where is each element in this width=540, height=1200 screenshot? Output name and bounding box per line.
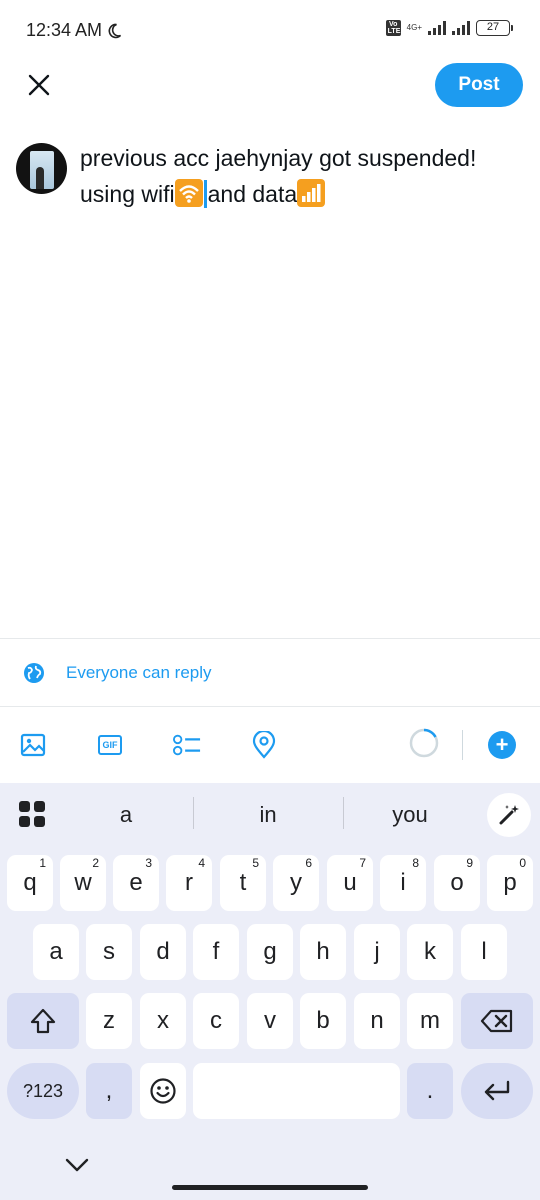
add-image-button[interactable] <box>19 731 47 759</box>
network-type: 4G+ <box>406 23 422 32</box>
key-r[interactable]: r4 <box>166 855 212 911</box>
clock: 12:34 AM <box>26 20 103 40</box>
add-location-button[interactable] <box>250 731 278 759</box>
suggestion-1[interactable]: a <box>51 802 201 828</box>
key-i[interactable]: i8 <box>380 855 426 911</box>
suggestion-bar: a in you <box>0 783 540 845</box>
key-m[interactable]: m <box>407 993 453 1049</box>
key-d[interactable]: d <box>140 924 186 980</box>
home-indicator[interactable] <box>172 1185 368 1190</box>
emoji-icon <box>150 1078 176 1104</box>
key-e[interactable]: e3 <box>113 855 159 911</box>
shift-key[interactable] <box>7 993 79 1049</box>
moon-icon <box>108 23 122 38</box>
emoji-key[interactable] <box>140 1063 186 1119</box>
key-p[interactable]: p0 <box>487 855 533 911</box>
period-key[interactable]: . <box>407 1063 453 1119</box>
key-b[interactable]: b <box>300 993 346 1049</box>
battery-icon: 27 <box>476 20 513 36</box>
key-s[interactable]: s <box>86 924 132 980</box>
globe-icon <box>24 663 44 683</box>
key-x[interactable]: x <box>140 993 186 1049</box>
key-k[interactable]: k <box>407 924 453 980</box>
key-t[interactable]: t5 <box>220 855 266 911</box>
key-f[interactable]: f <box>193 924 239 980</box>
keyboard: a in you q1 w2 e3 r4 t5 y6 u7 i8 o9 p0 a… <box>0 783 540 1200</box>
comma-key[interactable]: , <box>86 1063 132 1119</box>
avatar[interactable] <box>16 143 67 194</box>
status-bar: 12:34 AM Vo LTE 4G+ 27 <box>0 0 540 60</box>
key-z[interactable]: z <box>86 993 132 1049</box>
key-l[interactable]: l <box>461 924 507 980</box>
image-icon <box>20 733 46 757</box>
add-poll-button[interactable] <box>173 731 201 759</box>
enter-icon <box>484 1080 510 1101</box>
post-button[interactable]: Post <box>435 63 523 107</box>
signal-icon-2 <box>452 21 470 35</box>
status-time: 12:34 AM <box>26 20 122 41</box>
close-icon <box>28 74 50 96</box>
key-c[interactable]: c <box>193 993 239 1049</box>
compose-text-2: and data <box>207 181 298 207</box>
space-key[interactable] <box>193 1063 400 1119</box>
toolbar-separator <box>462 730 463 760</box>
key-g[interactable]: g <box>247 924 293 980</box>
text-cursor <box>203 180 207 208</box>
reply-setting-button[interactable]: Everyone can reply <box>0 640 540 706</box>
compose-textarea[interactable]: previous acc jaehynjay got suspended! us… <box>80 140 520 212</box>
key-v[interactable]: v <box>247 993 293 1049</box>
wifi-emoji-icon <box>174 179 203 207</box>
add-gif-button[interactable]: GIF <box>96 731 124 759</box>
backspace-key[interactable] <box>461 993 533 1049</box>
poll-icon <box>173 734 201 756</box>
key-w[interactable]: w2 <box>60 855 106 911</box>
compose-toolbar: GIF <box>0 707 540 783</box>
volte-badge: Vo LTE <box>385 20 401 36</box>
shift-icon <box>30 1008 56 1034</box>
gif-icon: GIF <box>98 735 122 755</box>
apps-grid-icon[interactable] <box>18 800 46 828</box>
navigation-bar <box>0 1148 540 1200</box>
backspace-icon <box>480 1009 513 1033</box>
symbols-key[interactable]: ?123 <box>7 1063 79 1119</box>
enter-key[interactable] <box>461 1063 533 1119</box>
key-q[interactable]: q1 <box>7 855 53 911</box>
divider <box>0 638 540 639</box>
suggestion-3[interactable]: you <box>335 802 485 828</box>
key-j[interactable]: j <box>354 924 400 980</box>
key-y[interactable]: y6 <box>273 855 319 911</box>
character-counter-icon <box>409 728 439 758</box>
close-button[interactable] <box>22 68 56 102</box>
reply-setting-label: Everyone can reply <box>66 663 212 682</box>
add-thread-button[interactable]: + <box>488 731 516 759</box>
key-h[interactable]: h <box>300 924 346 980</box>
suggestion-2[interactable]: in <box>193 802 343 828</box>
key-a[interactable]: a <box>33 924 79 980</box>
magic-wand-button[interactable] <box>487 793 531 837</box>
status-icons: Vo LTE 4G+ 27 <box>385 20 513 36</box>
antenna-bars-emoji-icon <box>297 179 326 207</box>
location-icon <box>252 731 276 759</box>
signal-icon <box>428 21 446 35</box>
key-o[interactable]: o9 <box>434 855 480 911</box>
key-u[interactable]: u7 <box>327 855 373 911</box>
key-n[interactable]: n <box>354 993 400 1049</box>
chevron-down-icon[interactable] <box>64 1156 90 1174</box>
magic-wand-icon <box>499 805 519 825</box>
